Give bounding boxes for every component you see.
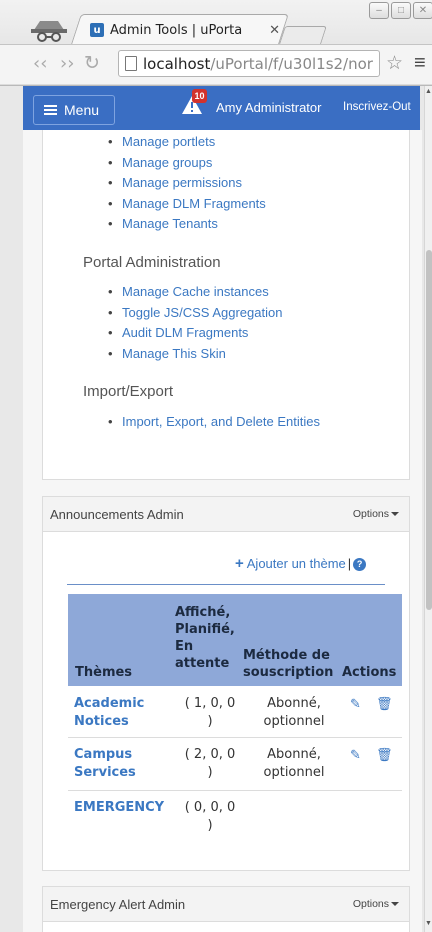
scroll-down-icon[interactable]: ▼ — [425, 920, 432, 927]
status-counts: ( 1, 0, 0) — [184, 696, 236, 729]
emergency-alert-admin-card: Emergency Alert Admin Options — [42, 886, 410, 932]
options-dropdown[interactable]: Options — [353, 898, 399, 910]
portal-admin-list: Manage Cache instances Toggle JS/CSS Agg… — [100, 282, 282, 364]
options-dropdown[interactable]: Options — [353, 508, 399, 520]
row-divider — [68, 737, 402, 738]
portal-admin-heading: Portal Administration — [83, 254, 221, 271]
add-theme-label: Ajouter un thème — [246, 556, 346, 571]
list-item[interactable]: Audit DLM Fragments — [100, 323, 282, 344]
divider — [67, 584, 385, 585]
topic-link[interactable]: Academic Notices — [74, 695, 144, 731]
import-export-list: Import, Export, and Delete Entities — [100, 412, 320, 433]
notification-badge: 10 — [192, 89, 207, 103]
group-admin-list: Manage portlets Manage groups Manage per… — [100, 132, 266, 235]
import-export-heading: Import/Export — [83, 383, 174, 400]
trash-icon[interactable]: 🗑 — [376, 747, 393, 763]
status-counts: ( 2, 0, 0) — [184, 747, 236, 780]
scrollbar-thumb[interactable] — [426, 250, 432, 610]
list-item[interactable]: Manage Cache instances — [100, 282, 282, 303]
add-theme-link[interactable]: + Ajouter un thème |? — [235, 555, 367, 572]
favicon-icon: u — [90, 23, 104, 37]
card-header: Emergency Alert Admin Options — [43, 887, 409, 922]
tab-title: Admin Tools | uPorta — [110, 22, 243, 38]
options-label: Options — [352, 898, 389, 910]
help-icon[interactable]: ? — [353, 558, 367, 572]
list-item[interactable]: Toggle JS/CSS Aggregation — [100, 303, 282, 324]
column-header-themes: Thèmes — [75, 665, 133, 680]
topic-link[interactable]: Campus Services — [74, 746, 136, 782]
scroll-up-icon[interactable]: ▲ — [425, 88, 432, 95]
card-title: Emergency Alert Admin — [50, 897, 186, 912]
hamburger-icon — [44, 103, 57, 117]
back-icon[interactable]: ‹‹ — [33, 53, 47, 74]
forward-icon[interactable]: ›› — [60, 53, 74, 74]
menu-button[interactable]: Menu — [33, 95, 115, 125]
options-label: Options — [352, 508, 389, 520]
new-tab-button[interactable] — [279, 26, 327, 44]
list-item[interactable]: Manage Tenants — [100, 214, 266, 235]
column-header-actions: Actions — [342, 665, 397, 680]
tab-content[interactable]: u Admin Tools | uPorta ✕ — [90, 20, 280, 40]
page-icon — [125, 56, 137, 71]
status-counts: ( 0, 0, 0) — [184, 800, 236, 833]
maximize-icon[interactable]: □ — [391, 2, 411, 19]
close-window-icon[interactable]: ✕ — [413, 2, 432, 19]
reload-icon[interactable]: ↻ — [84, 52, 100, 74]
logout-link[interactable]: Inscrivez-Out — [343, 101, 411, 113]
plus-icon: + — [235, 555, 244, 572]
separator: | — [347, 556, 352, 571]
tab-close-icon[interactable]: ✕ — [269, 23, 280, 38]
list-item[interactable]: Manage portlets — [100, 132, 266, 153]
edit-icon[interactable]: ✎ — [350, 747, 361, 763]
minimize-icon[interactable]: – — [369, 2, 389, 19]
list-item[interactable]: Manage DLM Fragments — [100, 194, 266, 215]
incognito-icon — [31, 21, 67, 42]
bookmark-star-icon[interactable]: ☆ — [386, 52, 403, 75]
url-host: localhost — [143, 54, 211, 73]
trash-icon[interactable]: 🗑 — [376, 696, 393, 712]
list-item[interactable]: Import, Export, and Delete Entities — [100, 412, 320, 433]
column-header-status: Affiché, Planifié, En attente — [175, 605, 235, 671]
card-title: Announcements Admin — [50, 507, 184, 522]
url-path: /uPortal/f/u30l1s2/nor — [210, 54, 373, 73]
list-item[interactable]: Manage groups — [100, 153, 266, 174]
list-item[interactable]: Manage This Skin — [100, 344, 282, 365]
edit-icon[interactable]: ✎ — [350, 696, 361, 712]
menu-button-label: Menu — [64, 102, 100, 118]
caret-down-icon — [391, 902, 399, 907]
card-header: Announcements Admin Options — [43, 497, 409, 532]
list-item[interactable]: Manage permissions — [100, 173, 266, 194]
user-name: Amy Administrator — [216, 100, 322, 115]
browser-menu-icon[interactable]: ≡ — [414, 52, 426, 75]
address-bar[interactable]: localhost/uPortal/f/u30l1s2/nor — [118, 50, 380, 77]
row-divider — [68, 790, 402, 791]
subscription-method: Abonné, optionnel — [263, 747, 325, 780]
topic-link[interactable]: EMERGENCY — [74, 799, 164, 817]
subscription-method: Abonné, optionnel — [263, 696, 325, 729]
caret-down-icon — [391, 512, 399, 517]
column-header-subscription: Méthode de souscription — [243, 648, 334, 680]
